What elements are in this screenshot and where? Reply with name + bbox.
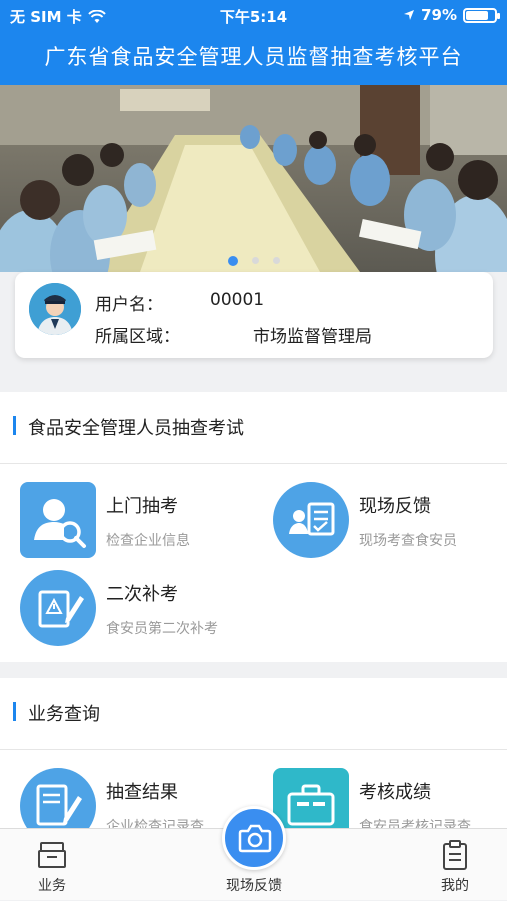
banner-carousel[interactable] bbox=[0, 85, 507, 272]
tile-desc: 检查企业信息 bbox=[106, 533, 190, 549]
username-value: 00001 bbox=[210, 290, 265, 310]
camera-icon bbox=[238, 824, 272, 853]
tile-name: 上门抽考 bbox=[106, 496, 178, 517]
status-bar: 无 SIM 卡 下午5:14 79% bbox=[0, 0, 507, 30]
tile-desc: 食安员考核记录查 bbox=[359, 819, 471, 828]
region-label: 所属区域： bbox=[95, 327, 180, 347]
avatar bbox=[29, 283, 81, 335]
carousel-dot[interactable] bbox=[227, 256, 238, 266]
onsite-feedback-tile[interactable]: 现场反馈 现场考查食安员 bbox=[273, 482, 503, 562]
edit-warning-icon bbox=[20, 570, 96, 646]
tab-label: 业务 bbox=[38, 878, 66, 894]
user-info-card: 用户名： 00001 所属区域： 市场监督管理局 bbox=[15, 272, 493, 358]
tile-desc: 企业检查记录查 bbox=[106, 819, 204, 828]
exam-section: 食品安全管理人员抽查考试 上门抽考 检查企业信息 现场反馈 现场考查食安员 二次… bbox=[0, 392, 507, 662]
section-marker bbox=[13, 702, 16, 721]
carousel-dot[interactable] bbox=[251, 257, 259, 264]
user-search-icon bbox=[20, 482, 96, 558]
carousel-dot[interactable] bbox=[272, 257, 280, 264]
tab-business[interactable]: 业务 bbox=[2, 829, 102, 901]
banner-image bbox=[0, 85, 507, 272]
briefcase-icon bbox=[273, 768, 349, 828]
username-label: 用户名： bbox=[95, 295, 163, 315]
tile-name: 二次补考 bbox=[106, 584, 178, 605]
section-marker bbox=[13, 416, 16, 435]
feedback-form-icon bbox=[273, 482, 349, 558]
tab-label: 现场反馈 bbox=[226, 878, 282, 894]
camera-button[interactable] bbox=[222, 806, 286, 870]
tab-mine[interactable]: 我的 bbox=[405, 829, 505, 901]
assessment-score-tile[interactable]: 考核成绩 食安员考核记录查 bbox=[273, 768, 503, 828]
tile-name: 考核成绩 bbox=[359, 782, 431, 803]
inbox-tray-icon bbox=[38, 842, 66, 868]
carousel-indicator[interactable] bbox=[0, 256, 507, 266]
tile-desc: 现场考查食安员 bbox=[359, 533, 457, 549]
check-result-tile[interactable]: 抽查结果 企业检查记录查 bbox=[20, 768, 250, 828]
document-pen-icon bbox=[20, 768, 96, 828]
tile-name: 现场反馈 bbox=[359, 496, 431, 517]
clipboard-icon bbox=[443, 840, 467, 870]
tab-label: 我的 bbox=[441, 878, 469, 894]
region-value: 市场监督管理局 bbox=[253, 327, 372, 347]
onsite-exam-tile[interactable]: 上门抽考 检查企业信息 bbox=[20, 482, 250, 562]
retake-exam-tile[interactable]: 二次补考 食安员第二次补考 bbox=[20, 570, 250, 650]
tile-desc: 食安员第二次补考 bbox=[106, 621, 218, 637]
query-section-title: 业务查询 bbox=[28, 704, 100, 725]
battery-percent: 79% bbox=[421, 6, 457, 24]
exam-section-title: 食品安全管理人员抽查考试 bbox=[28, 418, 244, 439]
location-arrow-icon bbox=[404, 10, 415, 20]
battery-icon bbox=[463, 7, 500, 23]
page-title: 广东省食品安全管理人员监督抽查考核平台 bbox=[0, 30, 507, 85]
tile-name: 抽查结果 bbox=[106, 782, 178, 803]
